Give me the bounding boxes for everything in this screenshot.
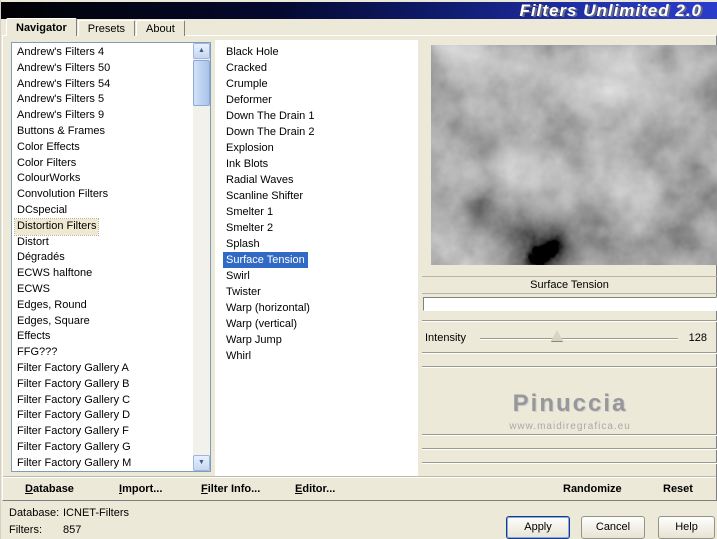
slider-placeholder-line	[422, 434, 717, 436]
filter-item[interactable]: Warp Jump	[223, 332, 285, 348]
category-scrollbar: ▲ ▼	[193, 43, 210, 471]
filter-item[interactable]: Smelter 2	[223, 220, 276, 236]
category-item[interactable]: Andrew's Filters 50	[15, 61, 112, 77]
category-item[interactable]: ColourWorks	[15, 171, 82, 187]
category-item[interactable]: Andrew's Filters 4	[15, 45, 106, 61]
category-item[interactable]: Filter Factory Gallery C	[15, 393, 132, 409]
category-item[interactable]: Dégradés	[15, 250, 67, 266]
database-button[interactable]: Database	[19, 480, 80, 498]
status-database-value: ICNET-Filters	[63, 507, 129, 519]
category-item[interactable]: Filter Factory Gallery A	[15, 361, 131, 377]
watermark-name: Pinuccia	[512, 390, 628, 417]
category-item[interactable]: Buttons & Frames	[15, 124, 107, 140]
filter-item[interactable]: Down The Drain 1	[223, 108, 317, 124]
status-filters-label: Filters:	[9, 524, 42, 536]
category-item[interactable]: ECWS	[15, 282, 52, 298]
intensity-slider-track[interactable]	[480, 338, 678, 340]
category-list: Andrew's Filters 4 Andrew's Filters 50 And…	[11, 42, 211, 472]
bottom-toolbar: Database Import... Filter Info... Editor…	[3, 477, 716, 500]
scroll-down-icon[interactable]: ▼	[193, 455, 210, 471]
category-item[interactable]: Filter Factory Gallery M	[15, 456, 133, 471]
filter-preview-image	[431, 45, 717, 265]
filter-item[interactable]: Scanline Shifter	[223, 188, 306, 204]
slider-placeholder-line	[422, 366, 717, 368]
status-database-label: Database:	[9, 507, 60, 519]
watermark-site: www.maidiregrafica.eu	[509, 421, 631, 432]
category-item[interactable]: ECWS halftone	[15, 266, 94, 282]
intensity-value: 128	[688, 332, 707, 344]
filter-info-button[interactable]: Filter Info...	[195, 480, 266, 498]
scroll-up-icon[interactable]: ▲	[193, 43, 210, 59]
title-bar: Filters Unlimited 2.0	[1, 1, 717, 20]
intensity-label: Intensity	[425, 332, 466, 344]
filter-item[interactable]: Swirl	[223, 268, 253, 284]
tab-strip: Navigator Presets About	[6, 18, 186, 36]
category-item[interactable]: Convolution Filters	[15, 187, 110, 203]
randomize-button[interactable]: Randomize	[557, 480, 628, 498]
reset-button[interactable]: Reset	[657, 480, 699, 498]
category-item[interactable]: Edges, Square	[15, 314, 92, 330]
filter-item[interactable]: Surface Tension	[223, 252, 308, 268]
tab-navigator[interactable]: Navigator	[6, 18, 77, 36]
filter-item[interactable]: Explosion	[223, 140, 277, 156]
filter-item[interactable]: Warp (vertical)	[223, 316, 300, 332]
category-item[interactable]: Filter Factory Gallery D	[15, 408, 132, 424]
divider-line	[422, 320, 717, 322]
filter-list: Black Hole Cracked Crumple Deformer Down The…	[215, 40, 418, 364]
status-filters-value: 857	[63, 524, 82, 536]
slider-placeholder-line	[422, 448, 717, 450]
progress-bar	[423, 297, 717, 311]
filter-item[interactable]: Twister	[223, 284, 264, 300]
filter-item[interactable]: Radial Waves	[223, 172, 296, 188]
category-item[interactable]: Effects	[15, 329, 52, 345]
category-item[interactable]: Filter Factory Gallery G	[15, 440, 133, 456]
cancel-button[interactable]: Cancel	[581, 516, 645, 539]
intensity-slider-thumb[interactable]	[551, 330, 563, 341]
category-item[interactable]: FFG???	[15, 345, 59, 361]
apply-button[interactable]: Apply	[506, 516, 570, 539]
filter-item[interactable]: Ink Blots	[223, 156, 271, 172]
window-title: Filters Unlimited 2.0	[519, 1, 702, 20]
category-item[interactable]: Color Filters	[15, 156, 78, 172]
category-item[interactable]: Andrew's Filters 9	[15, 108, 106, 124]
filter-item[interactable]: Crumple	[223, 76, 271, 92]
watermark: Pinuccia www.maidiregrafica.eu	[422, 390, 717, 432]
slider-placeholder-line	[422, 462, 717, 464]
filters-unlimited-window: Filters Unlimited 2.0 Navigator Presets …	[0, 0, 717, 539]
category-item[interactable]: Filter Factory Gallery B	[15, 377, 131, 393]
slider-placeholder-line	[422, 352, 717, 354]
filter-item[interactable]: Splash	[223, 236, 263, 252]
category-item[interactable]: Distort	[15, 235, 51, 251]
filter-list-panel: Black Hole Cracked Crumple Deformer Down The…	[215, 40, 418, 477]
editor-button[interactable]: Editor...	[289, 480, 341, 498]
category-item[interactable]: Filter Factory Gallery F	[15, 424, 131, 440]
filter-item[interactable]: Down The Drain 2	[223, 124, 317, 140]
filter-item[interactable]: Deformer	[223, 92, 275, 108]
category-item[interactable]: DCspecial	[15, 203, 69, 219]
category-item[interactable]: Andrew's Filters 5	[15, 92, 106, 108]
preview-caption: Surface Tension	[422, 276, 717, 294]
category-item[interactable]: Color Effects	[15, 140, 82, 156]
filter-item[interactable]: Cracked	[223, 60, 270, 76]
scroll-thumb[interactable]	[193, 60, 210, 106]
category-item[interactable]: Edges, Round	[15, 298, 89, 314]
category-item[interactable]: Andrew's Filters 54	[15, 77, 112, 93]
help-button[interactable]: Help	[658, 516, 715, 539]
filter-item[interactable]: Smelter 1	[223, 204, 276, 220]
filter-item[interactable]: Whirl	[223, 348, 254, 364]
tab-about[interactable]: About	[136, 20, 185, 36]
filter-item[interactable]: Black Hole	[223, 44, 282, 60]
category-item[interactable]: Distortion Filters	[13, 217, 100, 236]
filter-item[interactable]: Warp (horizontal)	[223, 300, 313, 316]
import-button[interactable]: Import...	[113, 480, 168, 498]
tab-presets[interactable]: Presets	[77, 20, 136, 36]
